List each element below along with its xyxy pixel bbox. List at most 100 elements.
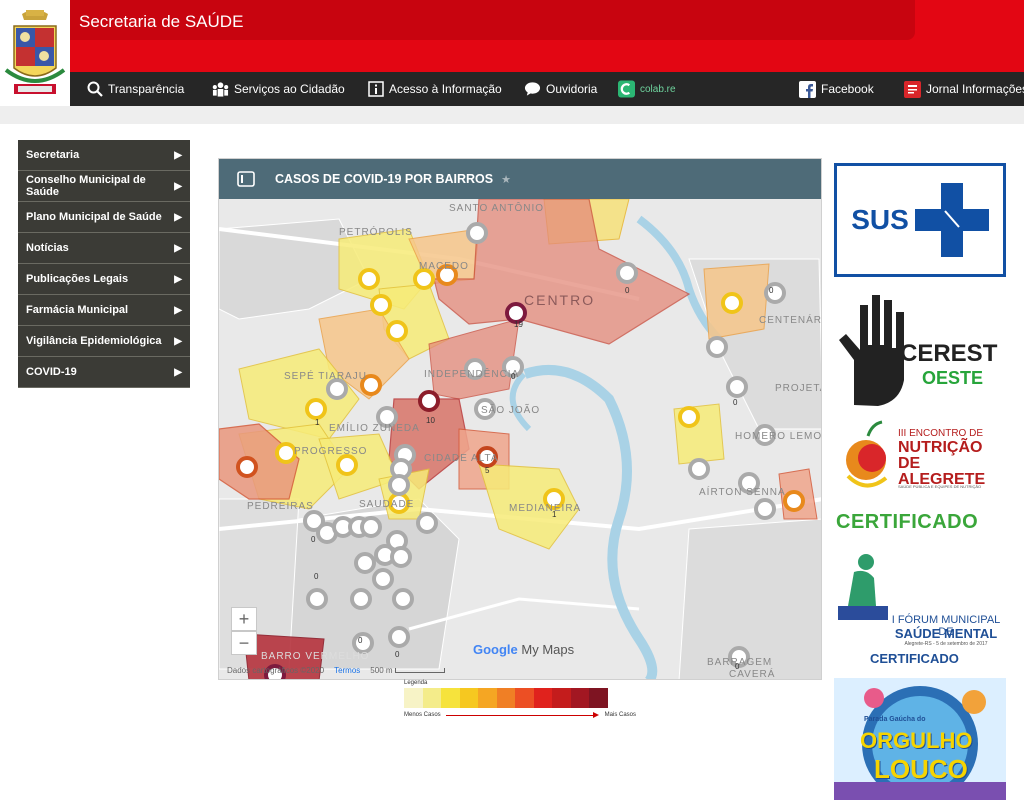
legend-color-scale [404,688,608,708]
sidebar-item-farmacia-municipal[interactable]: Farmácia Municipal ▶ [18,295,190,326]
chevron-right-icon: ▶ [174,273,182,285]
covid-map-embed[interactable]: CASOS DE COVID-19 POR BAIRROS ★ SANTO AN… [218,158,822,680]
chevron-right-icon: ▶ [174,335,182,347]
legend-swatch [404,688,423,708]
neighborhood-label: CIDADE ALTA [424,453,499,464]
nav-ouvidoria[interactable]: Ouvidoria [524,72,597,106]
zoom-in-button[interactable]: + [231,607,257,631]
legend-swatch [515,688,534,708]
map-panel-icon[interactable] [237,171,255,187]
map-marker[interactable] [388,626,410,648]
map-marker[interactable] [418,390,440,412]
nav-facebook[interactable]: Facebook [799,72,874,106]
case-count-label: 0 [733,398,738,407]
case-count-label: 0 [395,650,400,659]
sidebar-item-label: Plano Municipal de Saúde [26,211,162,223]
map-marker[interactable] [678,406,700,428]
sidebar-item-publicacoes-legais[interactable]: Publicações Legais ▶ [18,264,190,295]
nav-label: colab.re [640,83,676,95]
apple-measuring-tape-icon [846,420,888,488]
map-marker[interactable] [783,490,805,512]
neighborhood-label: HOMERO LEMOS [735,431,822,442]
map-marker[interactable] [305,398,327,420]
cerest-oeste-banner[interactable]: CEREST OESTE [834,290,1008,410]
sus-banner[interactable]: SUS [834,163,1006,277]
cerest-title: CEREST [900,340,998,367]
map-marker[interactable] [326,378,348,400]
google-brand-text: Google [473,642,518,657]
neighborhood-label: MACEDO [419,261,469,272]
map-canvas[interactable]: SANTO ANTÔNIO PETRÓPOLIS MACEDO CENTRO C… [219,199,822,680]
newspaper-icon [904,80,921,98]
nutricao-certificado-link[interactable]: CERTIFICADO [836,511,978,534]
map-scale-bar [394,668,445,674]
map-marker[interactable] [392,588,414,610]
map-data-credit: Dados cartográficos ©2020 [227,666,325,675]
neighborhood-label: PROGRESSO [294,446,367,457]
map-marker[interactable] [360,516,382,538]
neighborhood-label: BARRO VERMELHO [261,651,369,662]
map-scale-label: 500 m [370,666,393,675]
map-marker[interactable] [688,458,710,480]
zoom-out-button[interactable]: − [231,631,257,655]
map-marker[interactable] [372,568,394,590]
nav-servicos-cidadao[interactable]: Serviços ao Cidadão [212,72,345,106]
parada-subtitle: Parada Gaúcha do [864,716,926,723]
forum-certificado-link[interactable]: CERTIFICADO [870,651,959,666]
case-count-label: 0 [314,572,319,581]
sidebar-item-vigilancia-epidemiologica[interactable]: Vigilância Epidemiológica ▶ [18,326,190,357]
nutricao-alegrete-banner[interactable]: III ENCONTRO DE NUTRIÇÃO DE ALEGRETE SAÚ… [836,418,1008,533]
neighborhood-label: MEDIANEIRA [509,503,581,514]
map-marker[interactable] [616,262,638,284]
map-marker[interactable] [352,632,374,654]
map-terms-link[interactable]: Termos [334,666,360,675]
legend-swatch [496,688,515,708]
sidebar-item-noticias[interactable]: Notícias ▶ [18,233,190,264]
map-header: CASOS DE COVID-19 POR BAIRROS ★ [219,159,821,199]
map-marker[interactable] [370,294,392,316]
search-icon [86,81,103,98]
map-marker[interactable] [416,512,438,534]
nav-label: Jornal Informações [926,82,1024,96]
map-marker[interactable] [350,588,372,610]
map-marker[interactable] [726,376,748,398]
map-marker[interactable] [754,498,776,520]
case-count-label: 0 [311,535,316,544]
nav-colab[interactable]: colab.re [618,72,676,106]
sidebar-item-conselho-municipal[interactable]: Conselho Municipal de Saúde ▶ [18,171,190,202]
nav-label: Ouvidoria [546,82,598,96]
people-icon [212,81,229,98]
nav-label: Serviços ao Cidadão [234,82,345,96]
parada-orgulho-louco-banner[interactable]: Parada Gaúcha do ORGULHO LOUCO [834,678,1006,800]
map-marker[interactable] [466,222,488,244]
map-marker[interactable] [721,292,743,314]
map-marker[interactable] [306,588,328,610]
nav-transparencia[interactable]: Transparência [86,72,184,106]
forum-saude-mental-banner[interactable]: I FÓRUM MUNICIPAL DE SAÚDE MENTAL Alegre… [836,552,1008,666]
site-title[interactable]: Secretaria de SAÚDE [79,12,243,32]
chat-bubble-icon [524,81,541,98]
map-marker[interactable] [354,552,376,574]
star-icon[interactable]: ★ [501,173,511,186]
map-marker[interactable] [390,546,412,568]
nav-acesso-informacao[interactable]: Acesso à Informação [367,72,502,106]
sidebar-item-label: COVID-19 [26,366,77,378]
map-marker[interactable] [336,454,358,476]
case-count-label: 1 [552,510,557,519]
nav-jornal-informacoes[interactable]: Jornal Informações [904,72,1024,106]
sidebar-item-plano-municipal[interactable]: Plano Municipal de Saúde ▶ [18,202,190,233]
map-marker[interactable] [386,320,408,342]
neighborhood-label: PETRÓPOLIS [339,225,413,238]
sidebar-item-covid-19[interactable]: COVID-19 ▶ [18,357,190,388]
city-coat-of-arms-logo[interactable] [0,0,70,106]
map-marker[interactable] [236,456,258,478]
map-marker[interactable] [413,268,435,290]
sidebar-item-secretaria[interactable]: Secretaria ▶ [18,140,190,171]
cerest-subtitle: OESTE [922,368,984,388]
map-marker[interactable] [706,336,728,358]
map-marker[interactable] [388,474,410,496]
neighborhood-label: BARRAGEM [707,657,772,668]
sidebar-item-label: Vigilância Epidemiológica [26,335,162,347]
map-marker[interactable] [358,268,380,290]
map-marker[interactable] [275,442,297,464]
